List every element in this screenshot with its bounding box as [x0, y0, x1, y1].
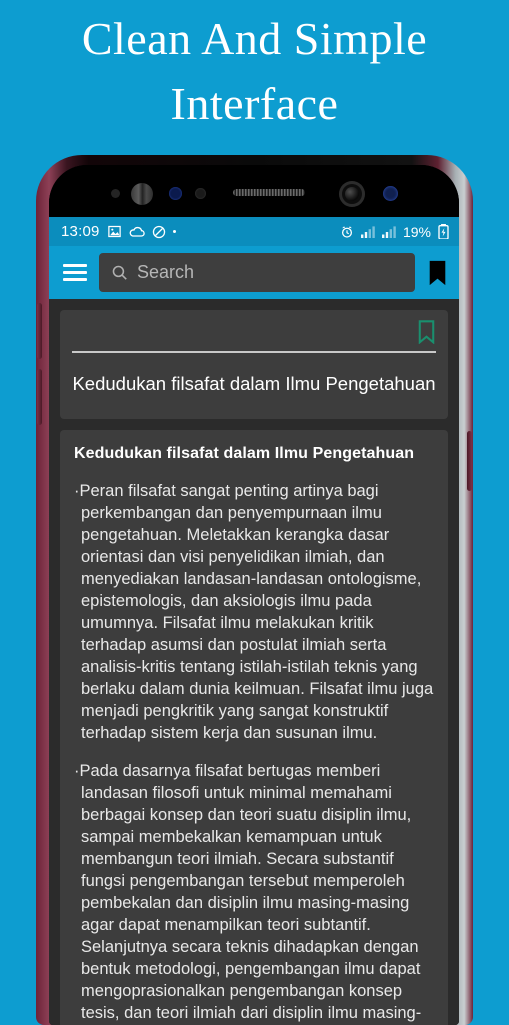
promo-headline-line1: Clean And Simple [81, 13, 428, 64]
front-camera-secondary-icon [383, 186, 398, 201]
cloud-icon [129, 226, 145, 237]
volume-up-button[interactable] [37, 303, 42, 359]
light-sensor-icon [169, 187, 182, 200]
search-placeholder: Search [137, 262, 195, 282]
promo-headline-line2: Interface [170, 78, 339, 130]
app-bar: Search [49, 246, 459, 299]
title-card-toolbar [72, 320, 436, 346]
signal-bars-icon [360, 225, 375, 238]
status-bar-right-icons: 19% [340, 224, 449, 240]
front-camera-icon [339, 181, 365, 207]
title-card-divider [72, 351, 436, 353]
document-body-heading: Kedudukan filsafat dalam Ilmu Pengetahua… [74, 445, 415, 463]
app-screen: 13:09 19% Search Kedudukan filsafat dala… [49, 217, 459, 1025]
bookmark-filled-icon[interactable] [427, 260, 448, 286]
document-body-card[interactable]: Kedudukan filsafat dalam Ilmu Pengetahua… [60, 430, 448, 1025]
document-content[interactable]: Kedudukan filsafat dalam Ilmu Pengetahua… [49, 299, 459, 1025]
status-bar-left-icons [107, 224, 176, 239]
bookmark-outline-icon[interactable] [417, 320, 436, 344]
iris-scanner-icon [131, 183, 153, 205]
earpiece-speaker-icon [233, 189, 305, 196]
battery-percentage: 19% [402, 223, 431, 240]
power-button[interactable] [467, 431, 472, 491]
dot-icon [172, 230, 176, 233]
promo-banner: Clean And Simple Interface [0, 0, 509, 150]
search-icon [112, 265, 127, 280]
volume-down-button[interactable] [37, 369, 42, 425]
phone-mockup: 13:09 19% Search Kedudukan filsafat dala… [36, 155, 473, 1025]
proximity-sensor-icon [111, 189, 120, 198]
do-not-disturb-icon [152, 225, 165, 238]
document-paragraph: ·Peran filsafat sangat penting artinya b… [74, 482, 434, 742]
document-title-card[interactable]: Kedudukan filsafat dalam Ilmu Pengetahua… [60, 310, 448, 420]
hamburger-menu-icon[interactable] [63, 264, 87, 281]
alarm-icon [341, 225, 352, 238]
status-bar: 13:09 19% [49, 217, 459, 246]
document-paragraph: ·Pada dasarnya filsafat bertugas memberi… [74, 762, 422, 1022]
secondary-sensor-icon [195, 188, 206, 199]
phone-screen-area: 13:09 19% Search Kedudukan filsafat dala… [49, 165, 459, 1025]
signal-bars-icon [381, 225, 396, 238]
image-icon [107, 225, 121, 238]
battery-charging-icon [438, 224, 449, 239]
status-bar-clock: 13:09 [61, 223, 100, 240]
search-input[interactable]: Search [99, 253, 415, 292]
phone-top-bezel [49, 165, 459, 217]
document-title: Kedudukan filsafat dalam Ilmu Pengetahua… [72, 373, 436, 394]
phone-frame: 13:09 19% Search Kedudukan filsafat dala… [36, 155, 473, 1025]
